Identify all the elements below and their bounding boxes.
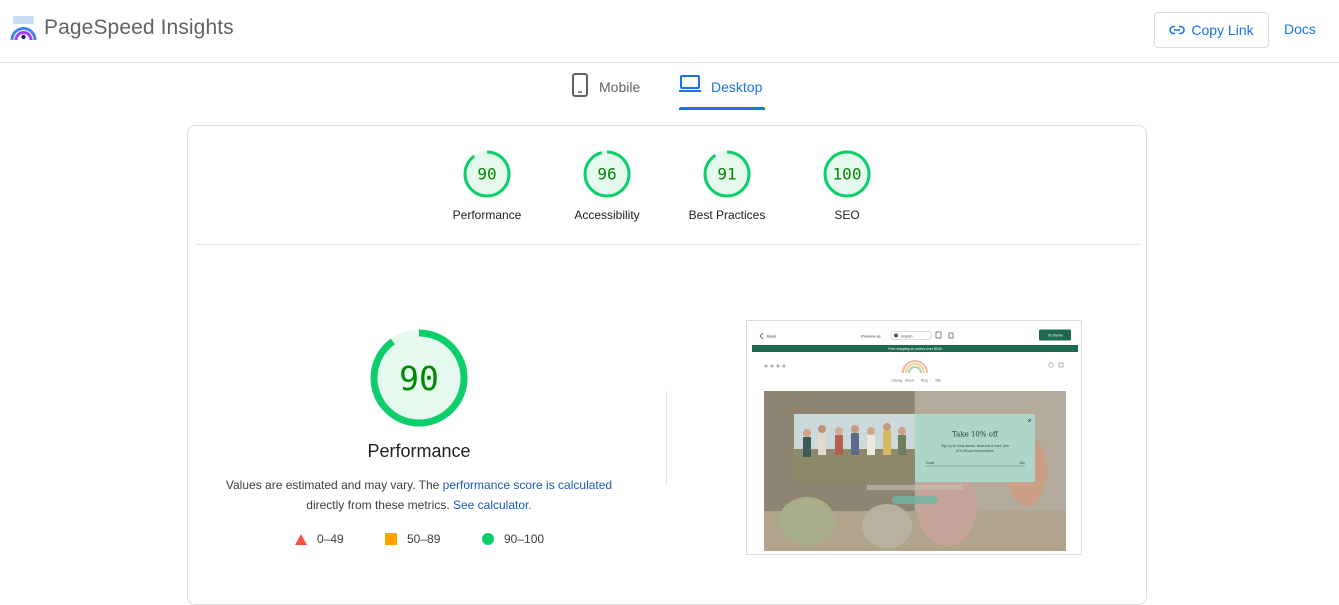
shot-preview-label: Preview as [861,334,881,339]
legend-label: 50–89 [407,532,441,546]
shot-nav-item: Talk [935,379,941,383]
legend-average: 50–89 [385,532,440,546]
score-calculated-link[interactable]: performance score is calculated [443,478,612,492]
triangle-icon [295,533,307,545]
score-value: 91 [717,165,736,184]
square-icon [385,533,397,545]
legend-label: 0–49 [317,532,344,546]
legend-label: 90–100 [504,532,545,546]
shot-nav-item: Blog [921,379,928,383]
see-calculator-link[interactable]: See calculator. [453,498,532,512]
vertical-separator [666,391,667,484]
gauge-label: Best Practices [688,208,766,222]
screenshot-image: Back Preview as English Try theme Free s… [747,321,1081,554]
score-gauge: 91 [703,150,751,198]
performance-score-value: 90 [399,359,439,398]
gauge-label: SEO [834,208,860,222]
gauge-accessibility[interactable]: 96 Accessibility [552,150,662,222]
laptop-icon [679,75,701,92]
shot-popup-title: Take 10% off [952,431,999,439]
shot-popup-submit: Join [1019,461,1025,465]
device-tabs: Mobile Desktop [0,63,1339,111]
gauge-label: Accessibility [574,208,640,222]
gauge-seo[interactable]: 100 SEO [792,150,902,222]
pagespeed-logo-icon [10,16,37,41]
tab-desktop-label: Desktop [711,79,763,95]
shot-cta: Try theme [1047,334,1063,338]
score-gauge: 90 [463,150,511,198]
docs-link[interactable]: Docs [1284,21,1316,37]
tab-desktop[interactable]: Desktop [679,73,762,111]
legend-fail: 0–49 [295,532,344,546]
active-tab-indicator [679,107,765,110]
gauge-performance[interactable]: 90 Performance [432,150,542,222]
link-icon [1169,25,1186,35]
score-gauge: 100 [823,150,871,198]
final-screenshot: Back Preview as English Try theme Free s… [746,320,1082,555]
shot-popup-email: Email [926,461,934,465]
section-divider [196,244,1139,245]
shot-nav-item: Catalog [891,379,903,383]
tab-mobile[interactable]: Mobile [571,73,640,111]
score-gauge: 96 [583,150,631,198]
shot-nav-item: About [905,379,914,383]
performance-title: Performance [367,441,471,461]
report-card: 90 Performance 96 Accessibility 91 Best … [187,125,1147,605]
top-bar: PageSpeed Insights Copy Link Docs [0,0,1339,63]
phone-icon [572,73,588,97]
gauge-best-practices[interactable]: 91 Best Practices [672,150,782,222]
shot-popup-body: 10% off your first purchase. [956,449,995,453]
performance-gauge-large: 90 [370,329,468,427]
copy-link-label: Copy Link [1191,22,1254,38]
shot-language: English [901,335,913,339]
gauge-label: Performance [452,208,522,222]
desc-text: Values are estimated and may vary. The [225,478,443,492]
tab-mobile-label: Mobile [599,79,641,95]
score-value: 100 [833,165,862,184]
legend-pass: 90–100 [482,532,544,546]
shot-back: Back [767,334,776,339]
shot-popup-body: Sign up for early access, discounts & mo… [941,444,1009,448]
score-value: 96 [597,165,616,184]
desc-text: directly from these metrics. [306,498,453,512]
shot-banner: Free shipping on orders over $100 [888,347,942,351]
performance-description: Values are estimated and may vary. The p… [210,475,628,515]
app-title: PageSpeed Insights [44,16,234,39]
circle-icon [482,533,494,545]
copy-link-button[interactable]: Copy Link [1154,12,1269,48]
score-value: 90 [477,165,496,184]
